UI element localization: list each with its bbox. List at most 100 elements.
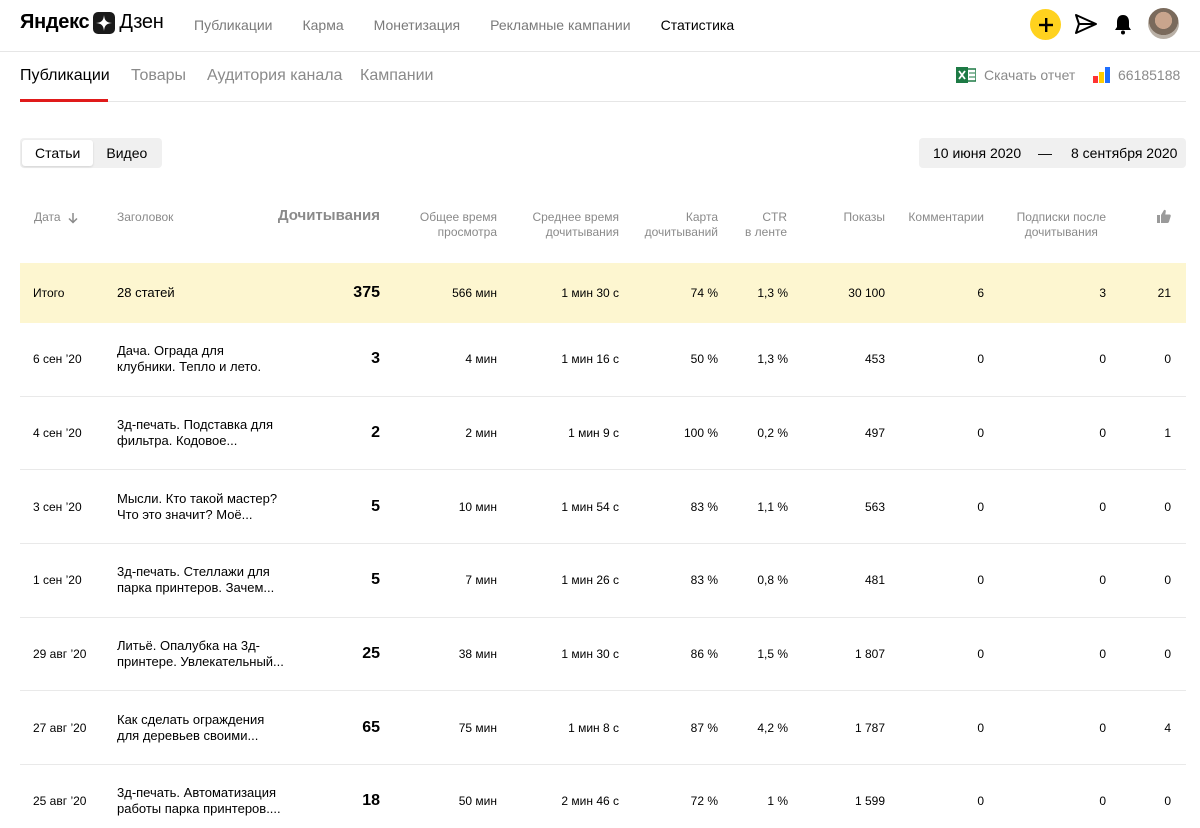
segment-articles[interactable]: Статьи bbox=[22, 140, 94, 166]
column-date[interactable]: Дата bbox=[34, 210, 79, 225]
table-row[interactable]: 4 сен ’20 3д-печать. Подставка для фильт… bbox=[20, 397, 1186, 471]
row-view-time: 50 мин bbox=[458, 794, 497, 809]
logo[interactable]: Яндекс Дзен bbox=[20, 11, 164, 34]
thumbs-up-icon[interactable] bbox=[1157, 209, 1171, 223]
table-row[interactable]: 1 сен ’20 3д-печать. Стеллажи для парка … bbox=[20, 544, 1186, 618]
row-comments: 0 bbox=[977, 352, 984, 367]
row-likes: 0 bbox=[1164, 647, 1171, 662]
row-title[interactable]: 3д-печать. Стеллажи для парка принтеров.… bbox=[117, 564, 287, 596]
total-label: Итого bbox=[33, 286, 65, 300]
row-avg-time: 1 мин 8 с bbox=[568, 720, 619, 735]
table-body: Итого 28 статей 375 566 мин 1 мин 30 с 7… bbox=[20, 263, 1186, 828]
logo-yandex: Яндекс bbox=[20, 11, 90, 33]
tab-campaigns[interactable]: Кампании bbox=[360, 67, 434, 85]
column-reads[interactable]: Дочитывания bbox=[278, 208, 380, 223]
metrika-counter[interactable]: 66185188 bbox=[1093, 67, 1180, 83]
total-comments: 6 bbox=[977, 286, 984, 300]
column-subscriptions[interactable]: Подписки после дочитывания bbox=[1017, 210, 1106, 240]
nav-ad-campaigns[interactable]: Рекламные кампании bbox=[490, 17, 630, 33]
column-total-time[interactable]: Общее время просмотра bbox=[420, 210, 497, 240]
tab-channel-audience[interactable]: Аудитория канала bbox=[207, 67, 342, 85]
excel-icon bbox=[956, 67, 976, 83]
sub-tabs: Публикации Товары Аудитория канала Кампа… bbox=[20, 58, 1186, 102]
date-separator: — bbox=[1038, 145, 1052, 161]
plus-icon bbox=[1038, 17, 1053, 32]
row-title-line1: Как сделать ограждения bbox=[117, 711, 265, 727]
row-view-time: 4 мин bbox=[465, 352, 497, 367]
row-title[interactable]: Мысли. Кто такой мастер? Что это значит?… bbox=[117, 491, 287, 523]
row-view-time: 75 мин bbox=[458, 720, 497, 735]
column-avg-time[interactable]: Среднее время дочитывания bbox=[532, 210, 619, 240]
row-likes: 0 bbox=[1164, 573, 1171, 588]
top-bar: Яндекс Дзен Публикации Карма Монетизация… bbox=[0, 0, 1200, 52]
row-subscriptions: 0 bbox=[1099, 794, 1106, 809]
row-date: 6 сен ’20 bbox=[33, 352, 82, 367]
date-from[interactable]: 10 июня 2020 bbox=[933, 145, 1021, 161]
row-date: 1 сен ’20 bbox=[33, 573, 82, 588]
row-likes: 0 bbox=[1164, 352, 1171, 367]
table-row[interactable]: 29 авг ’20 Литьё. Опалубка на 3д- принте… bbox=[20, 618, 1186, 692]
row-view-time: 2 мин bbox=[465, 426, 497, 441]
row-title-line2: клубники. Тепло и лето. bbox=[117, 359, 262, 375]
column-card[interactable]: Карта дочитываний bbox=[645, 210, 718, 240]
row-ctr: 0,2 % bbox=[757, 426, 788, 441]
tab-goods[interactable]: Товары bbox=[131, 67, 186, 85]
row-title[interactable]: Дача. Ограда для клубники. Тепло и лето. bbox=[117, 343, 287, 375]
row-title-line2: работы парка принтеров.... bbox=[117, 801, 281, 817]
row-title-line1: 3д-печать. Подставка для bbox=[117, 417, 273, 433]
bell-icon[interactable] bbox=[1113, 13, 1133, 35]
row-ctr: 4,2 % bbox=[757, 720, 788, 735]
create-button[interactable] bbox=[1030, 9, 1061, 40]
column-avg-time-line2: дочитывания bbox=[545, 225, 619, 239]
row-avg-time: 1 мин 9 с bbox=[568, 426, 619, 441]
avatar[interactable] bbox=[1148, 8, 1179, 39]
send-icon[interactable] bbox=[1074, 13, 1098, 35]
row-title-line2: принтере. Увлекательный... bbox=[117, 654, 284, 670]
row-subscriptions: 0 bbox=[1099, 499, 1106, 514]
row-view-time: 38 мин bbox=[458, 647, 497, 662]
row-date: 3 сен ’20 bbox=[33, 499, 82, 514]
nav-statistics[interactable]: Статистика bbox=[661, 17, 735, 33]
row-view-time: 10 мин bbox=[458, 499, 497, 514]
column-subscriptions-line2: дочитывания bbox=[1024, 225, 1098, 239]
total-likes: 21 bbox=[1157, 286, 1171, 300]
nav-publications[interactable]: Публикации bbox=[194, 17, 272, 33]
column-shows[interactable]: Показы bbox=[844, 210, 885, 225]
active-tab-indicator bbox=[20, 99, 108, 102]
row-reads: 5 bbox=[371, 497, 380, 515]
row-title-line2: фильтра. Кодовое... bbox=[117, 433, 238, 449]
table-row[interactable]: 3 сен ’20 Мысли. Кто такой мастер? Что э… bbox=[20, 470, 1186, 545]
column-ctr[interactable]: CTR в ленте bbox=[745, 210, 787, 240]
date-to[interactable]: 8 сентября 2020 bbox=[1071, 145, 1177, 161]
row-title[interactable]: Как сделать ограждения для деревьев свои… bbox=[117, 712, 287, 744]
download-report-button[interactable]: Скачать отчет bbox=[956, 66, 1075, 84]
table-total-row: Итого 28 статей 375 566 мин 1 мин 30 с 7… bbox=[20, 263, 1186, 323]
row-shows: 563 bbox=[864, 499, 885, 514]
column-total-time-line1: Общее время bbox=[419, 210, 497, 224]
row-subscriptions: 0 bbox=[1099, 720, 1106, 735]
row-likes: 0 bbox=[1164, 794, 1171, 809]
row-subscriptions: 0 bbox=[1099, 426, 1106, 441]
main-nav: Публикации Карма Монетизация Рекламные к… bbox=[194, 17, 764, 33]
nav-karma[interactable]: Карма bbox=[302, 17, 343, 33]
row-shows: 1 599 bbox=[854, 794, 885, 809]
row-title-line2: для деревьев своими... bbox=[117, 727, 259, 743]
tab-publications[interactable]: Публикации bbox=[20, 67, 110, 85]
row-view-time: 7 мин bbox=[465, 573, 497, 588]
row-reads: 3 bbox=[371, 350, 380, 368]
row-title[interactable]: 3д-печать. Автоматизация работы парка пр… bbox=[117, 785, 287, 817]
row-comments: 0 bbox=[977, 573, 984, 588]
row-title[interactable]: Литьё. Опалубка на 3д- принтере. Увлекат… bbox=[117, 638, 287, 670]
column-card-line1: Карта bbox=[685, 210, 718, 224]
row-title[interactable]: 3д-печать. Подставка для фильтра. Кодово… bbox=[117, 417, 287, 449]
table-row[interactable]: 25 авг ’20 3д-печать. Автоматизация рабо… bbox=[20, 765, 1186, 828]
date-range-picker[interactable]: 10 июня 2020 — 8 сентября 2020 bbox=[919, 138, 1186, 168]
nav-monetization[interactable]: Монетизация bbox=[374, 17, 461, 33]
column-title[interactable]: Заголовок bbox=[117, 210, 173, 225]
column-comments[interactable]: Комментарии bbox=[908, 210, 984, 225]
table-row[interactable]: 27 авг ’20 Как сделать ограждения для де… bbox=[20, 691, 1186, 766]
row-shows: 497 bbox=[864, 426, 885, 441]
segment-video[interactable]: Видео bbox=[93, 140, 160, 166]
row-card: 87 % bbox=[690, 720, 718, 735]
table-row[interactable]: 6 сен ’20 Дача. Ограда для клубники. Теп… bbox=[20, 323, 1186, 397]
